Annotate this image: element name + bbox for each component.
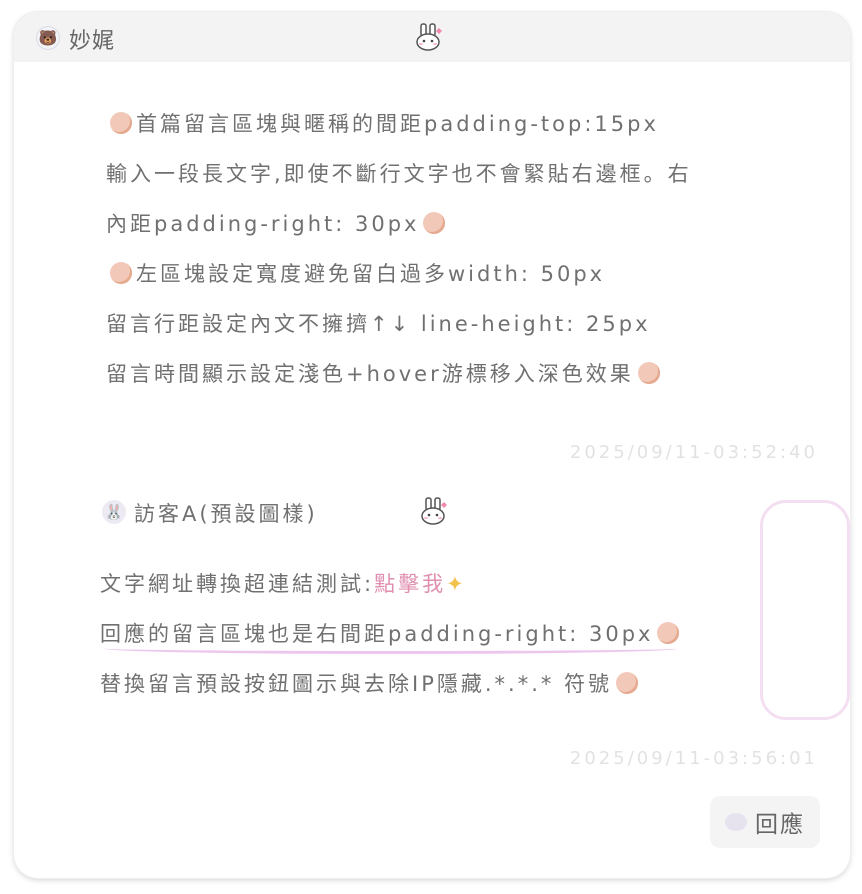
- highlight-underline: [104, 643, 678, 654]
- hand-pointer-icon: [110, 262, 132, 284]
- comment-line-4: 左區塊設定寬度避免留白過多width: 50px: [106, 258, 605, 288]
- reply-timestamp[interactable]: 2025/09/11-03:56:01: [570, 748, 818, 769]
- bunny-icon: [421, 497, 447, 525]
- bunny-icon: 🐰: [102, 500, 126, 524]
- hand-pointer-icon: [657, 622, 680, 644]
- click-me-link[interactable]: 點擊我: [374, 572, 446, 596]
- sparkle-icon: ✦: [446, 572, 467, 596]
- decorative-frame: [760, 500, 850, 720]
- comment-line-6: 留言時間顯示設定淺色+hover游標移入深色效果: [106, 358, 664, 388]
- reply-line-1: 文字網址轉換超連結測試:點擊我✦: [100, 572, 467, 596]
- guest-name: 訪客A(預設圖樣): [134, 502, 318, 526]
- bunny-icon: [416, 23, 442, 51]
- comment-line-2: 輸入一段長文字,即使不斷行文字也不會緊貼右邊框。右: [106, 162, 692, 186]
- username: 妙娓: [69, 29, 116, 54]
- hand-pointer-icon: [637, 362, 660, 384]
- reply-line-3: 替換留言預設按鈕圖示與去除IP隱藏.*.*.* 符號: [100, 668, 642, 698]
- hand-pointer-icon: [110, 112, 132, 134]
- reply-button-label: 回應: [755, 812, 805, 838]
- comment-line-1: 首篇留言區塊與暱稱的間距padding-top:15px: [106, 108, 659, 138]
- comment-card: 🐻 妙娓 首篇留言區塊與暱稱的間距padding-top:15px 輸入一段長文…: [14, 12, 850, 878]
- speech-bubble-icon: [725, 813, 747, 831]
- comment-line-5: 留言行距設定內文不擁擠↑↓ line-height: 25px: [106, 312, 651, 336]
- hand-pointer-icon: [616, 672, 639, 694]
- hand-pointer-icon: [423, 212, 446, 234]
- comment-header: 🐻 妙娓: [14, 12, 850, 62]
- comment-timestamp[interactable]: 2025/09/11-03:52:40: [570, 442, 818, 463]
- bear-icon: 🐻: [36, 26, 60, 50]
- reply-button[interactable]: 回應: [710, 796, 820, 848]
- comment-line-3: 內距padding-right: 30px: [106, 208, 449, 238]
